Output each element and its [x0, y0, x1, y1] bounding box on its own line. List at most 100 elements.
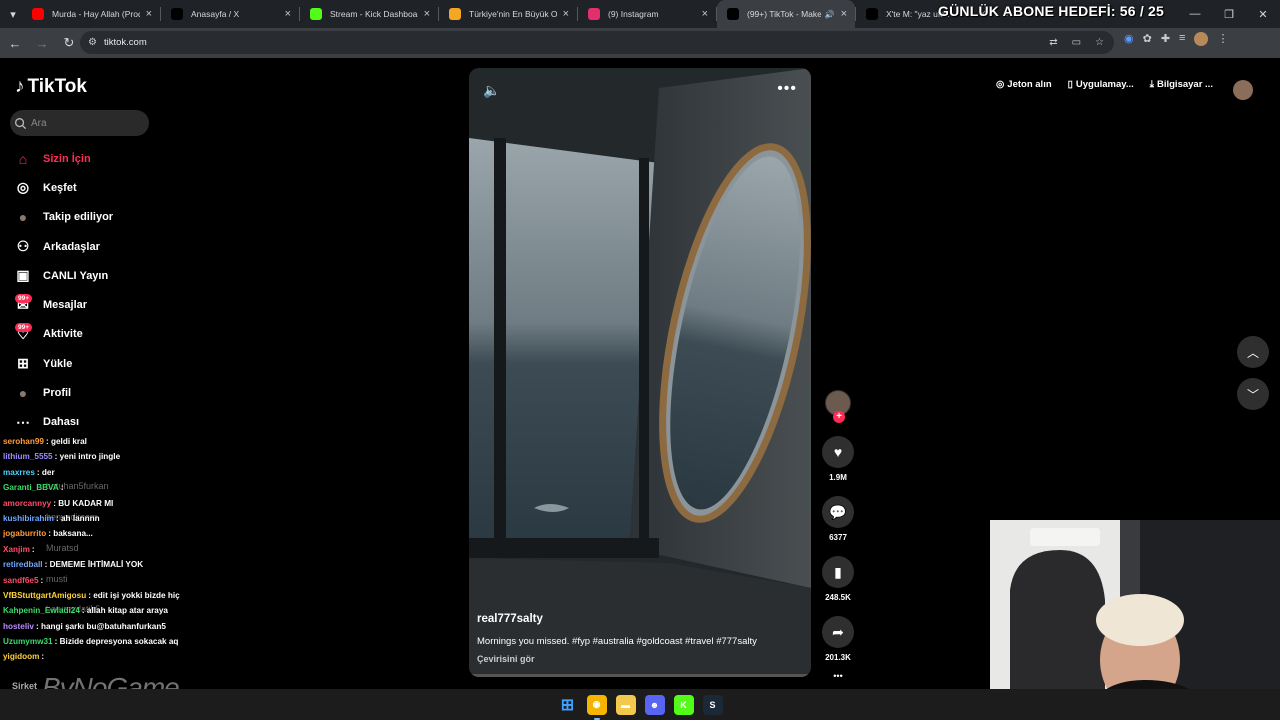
heart-icon[interactable]: ♥: [822, 436, 854, 468]
chat-separator: :: [40, 575, 44, 585]
search-input[interactable]: Ara: [10, 110, 149, 136]
chat-username[interactable]: retiredball: [3, 560, 43, 569]
sidebar-item-label: Aktivite: [43, 328, 83, 341]
chat-text: DEMEME İHTİMALİ YOK: [49, 560, 144, 570]
browser-tab[interactable]: Murda - Hay Allah (Prod. ×: [22, 0, 160, 28]
chat-username[interactable]: sandf6e5: [3, 576, 39, 585]
browser-tab[interactable]: Anasayfa / X ×: [161, 0, 299, 28]
chat-message: sandf6e5:: [3, 576, 193, 591]
close-tab-icon[interactable]: ×: [563, 8, 569, 20]
tab-search-icon[interactable]: ▾: [4, 5, 22, 23]
forward-icon[interactable]: →: [30, 31, 54, 55]
sidebar-item[interactable]: ● Profil: [13, 378, 113, 407]
cast-icon[interactable]: ▭: [1072, 37, 1081, 48]
back-icon[interactable]: ←: [3, 31, 27, 55]
like-action[interactable]: ♥ 1.9M: [822, 436, 854, 482]
sidebar-item[interactable]: ⊞ Yükle: [13, 349, 113, 378]
chat-username[interactable]: VfBStuttgartAmigosu: [3, 591, 86, 600]
previous-video-button[interactable]: ︿: [1237, 336, 1269, 368]
steam-icon[interactable]: S: [702, 694, 723, 715]
browser-tab[interactable]: (99+) TikTok - Make Y 🔊 ×: [717, 0, 855, 28]
reading-list-icon[interactable]: ≡: [1179, 32, 1185, 46]
close-tab-icon[interactable]: ×: [841, 8, 847, 20]
browser-tab[interactable]: Türkiye'nin En Büyük Oyu ×: [439, 0, 577, 28]
comment-action[interactable]: 💬 6377: [822, 496, 854, 542]
chrome-menu-icon[interactable]: ⋮: [1217, 32, 1228, 46]
sidebar-item-label: Yükle: [43, 357, 73, 370]
get-app-button[interactable]: ▯ Uygulamay...: [1068, 79, 1134, 90]
desktop-app-button[interactable]: ⤓ Bilgisayar ...: [1150, 79, 1213, 90]
tab-audio-icon[interactable]: 🔊: [825, 10, 835, 19]
maximize-icon[interactable]: ❐: [1212, 0, 1246, 28]
chat-username[interactable]: maxrres: [3, 468, 35, 477]
bookmark-icon[interactable]: ▮: [822, 556, 854, 588]
sidebar-item[interactable]: ♡ 99+ Aktivite: [13, 320, 113, 349]
chat-username[interactable]: serohan99: [3, 437, 44, 446]
chat-username[interactable]: lithium_5555: [3, 452, 53, 461]
video-player[interactable]: 🔈 ••• real777salty Mornings you missed. …: [469, 68, 811, 677]
notification-badge: 99+: [15, 323, 33, 333]
address-bar-actions: ⇄ ▭ ☆: [1049, 37, 1104, 48]
more-actions-icon[interactable]: •••: [822, 671, 854, 681]
comment-icon[interactable]: 💬: [822, 496, 854, 528]
chat-message: retiredball: DEMEME İHTİMALİ YOK: [3, 560, 193, 575]
browser-tab[interactable]: (9) Instagram ×: [578, 0, 716, 28]
chat-username[interactable]: amorcannyy: [3, 499, 51, 508]
translate-icon[interactable]: ⇄: [1049, 37, 1057, 48]
sidebar-item[interactable]: ● Takip ediliyor: [13, 203, 113, 232]
reload-icon[interactable]: ↻: [57, 31, 81, 55]
video-progress-bar[interactable]: [469, 674, 811, 677]
close-tab-icon[interactable]: ×: [285, 8, 291, 20]
sidebar-item[interactable]: ▣ CANLI Yayın: [13, 261, 113, 290]
sidebar-item[interactable]: ✉ 99+ Mesajlar: [13, 290, 113, 319]
tiktok-logo[interactable]: ♪ TikTok: [15, 76, 87, 98]
browser-tab[interactable]: Stream - Kick Dashboard ×: [300, 0, 438, 28]
audio-extension-icon[interactable]: ◉: [1124, 32, 1134, 46]
sidebar-item[interactable]: ⚇ Arkadaşlar: [13, 232, 113, 261]
sidebar-item[interactable]: ◎ Keşfet: [13, 173, 113, 202]
chat-username[interactable]: Xanjim: [3, 545, 30, 554]
chat-username[interactable]: jogaburrito: [3, 529, 46, 538]
close-window-icon[interactable]: ✕: [1246, 0, 1280, 28]
close-tab-icon[interactable]: ×: [702, 8, 708, 20]
close-tab-icon[interactable]: ×: [146, 8, 152, 20]
share-action[interactable]: ➦ 201.3K: [822, 616, 854, 662]
close-tab-icon[interactable]: ×: [424, 8, 430, 20]
save-action[interactable]: ▮ 248.5K: [822, 556, 854, 602]
get-coins-button[interactable]: ◎ Jeton alın: [996, 79, 1052, 90]
sidebar-item[interactable]: ⌂ Sizin İçin: [13, 144, 113, 173]
chat-username[interactable]: Garanti_BBVA: [3, 483, 59, 492]
site-info-icon[interactable]: ⚙: [88, 37, 97, 48]
file-explorer-icon[interactable]: ▬: [615, 694, 636, 715]
chat-message: yigidoom:: [3, 652, 193, 667]
more-options-icon[interactable]: •••: [777, 80, 797, 98]
next-video-button[interactable]: ﹀: [1237, 378, 1269, 410]
search-placeholder: Ara: [31, 117, 47, 129]
video-author[interactable]: real777salty: [477, 613, 543, 625]
bookmark-star-icon[interactable]: ☆: [1095, 37, 1104, 48]
chat-text: Bizide depresyona sokacak aq: [59, 637, 179, 647]
volume-icon[interactable]: 🔈: [483, 82, 500, 99]
youtube-icon: [32, 8, 44, 20]
chat-username[interactable]: Kahpenin_Ewladi24: [3, 606, 80, 615]
windows-start-icon[interactable]: ⊞: [558, 695, 578, 715]
chat-username[interactable]: Uzumymw31: [3, 637, 53, 646]
user-avatar[interactable]: [1233, 80, 1253, 100]
video-frame-image: [469, 68, 811, 677]
chat-username[interactable]: yigidoom: [3, 652, 39, 661]
share-icon[interactable]: ➦: [822, 616, 854, 648]
author-avatar[interactable]: +: [825, 390, 851, 423]
follow-plus-icon[interactable]: +: [833, 411, 845, 423]
address-bar[interactable]: ⚙ tiktok.com ⇄ ▭ ☆: [80, 31, 1114, 54]
minimize-icon[interactable]: —: [1178, 0, 1212, 28]
discord-icon[interactable]: ☻: [644, 694, 665, 715]
chat-username[interactable]: hosteliv: [3, 622, 34, 631]
extension-icon[interactable]: ✿: [1143, 32, 1152, 46]
chat-username[interactable]: kushibirahim: [3, 514, 54, 523]
profile-avatar-icon[interactable]: [1194, 32, 1209, 46]
see-translation-link[interactable]: Çevirisini gör: [477, 654, 535, 664]
kick-app-icon[interactable]: K: [673, 694, 694, 715]
sidebar-item[interactable]: ⋯ Dahası: [13, 408, 113, 437]
extensions-puzzle-icon[interactable]: ✚: [1161, 32, 1170, 46]
chrome-icon[interactable]: ◉: [586, 694, 607, 720]
